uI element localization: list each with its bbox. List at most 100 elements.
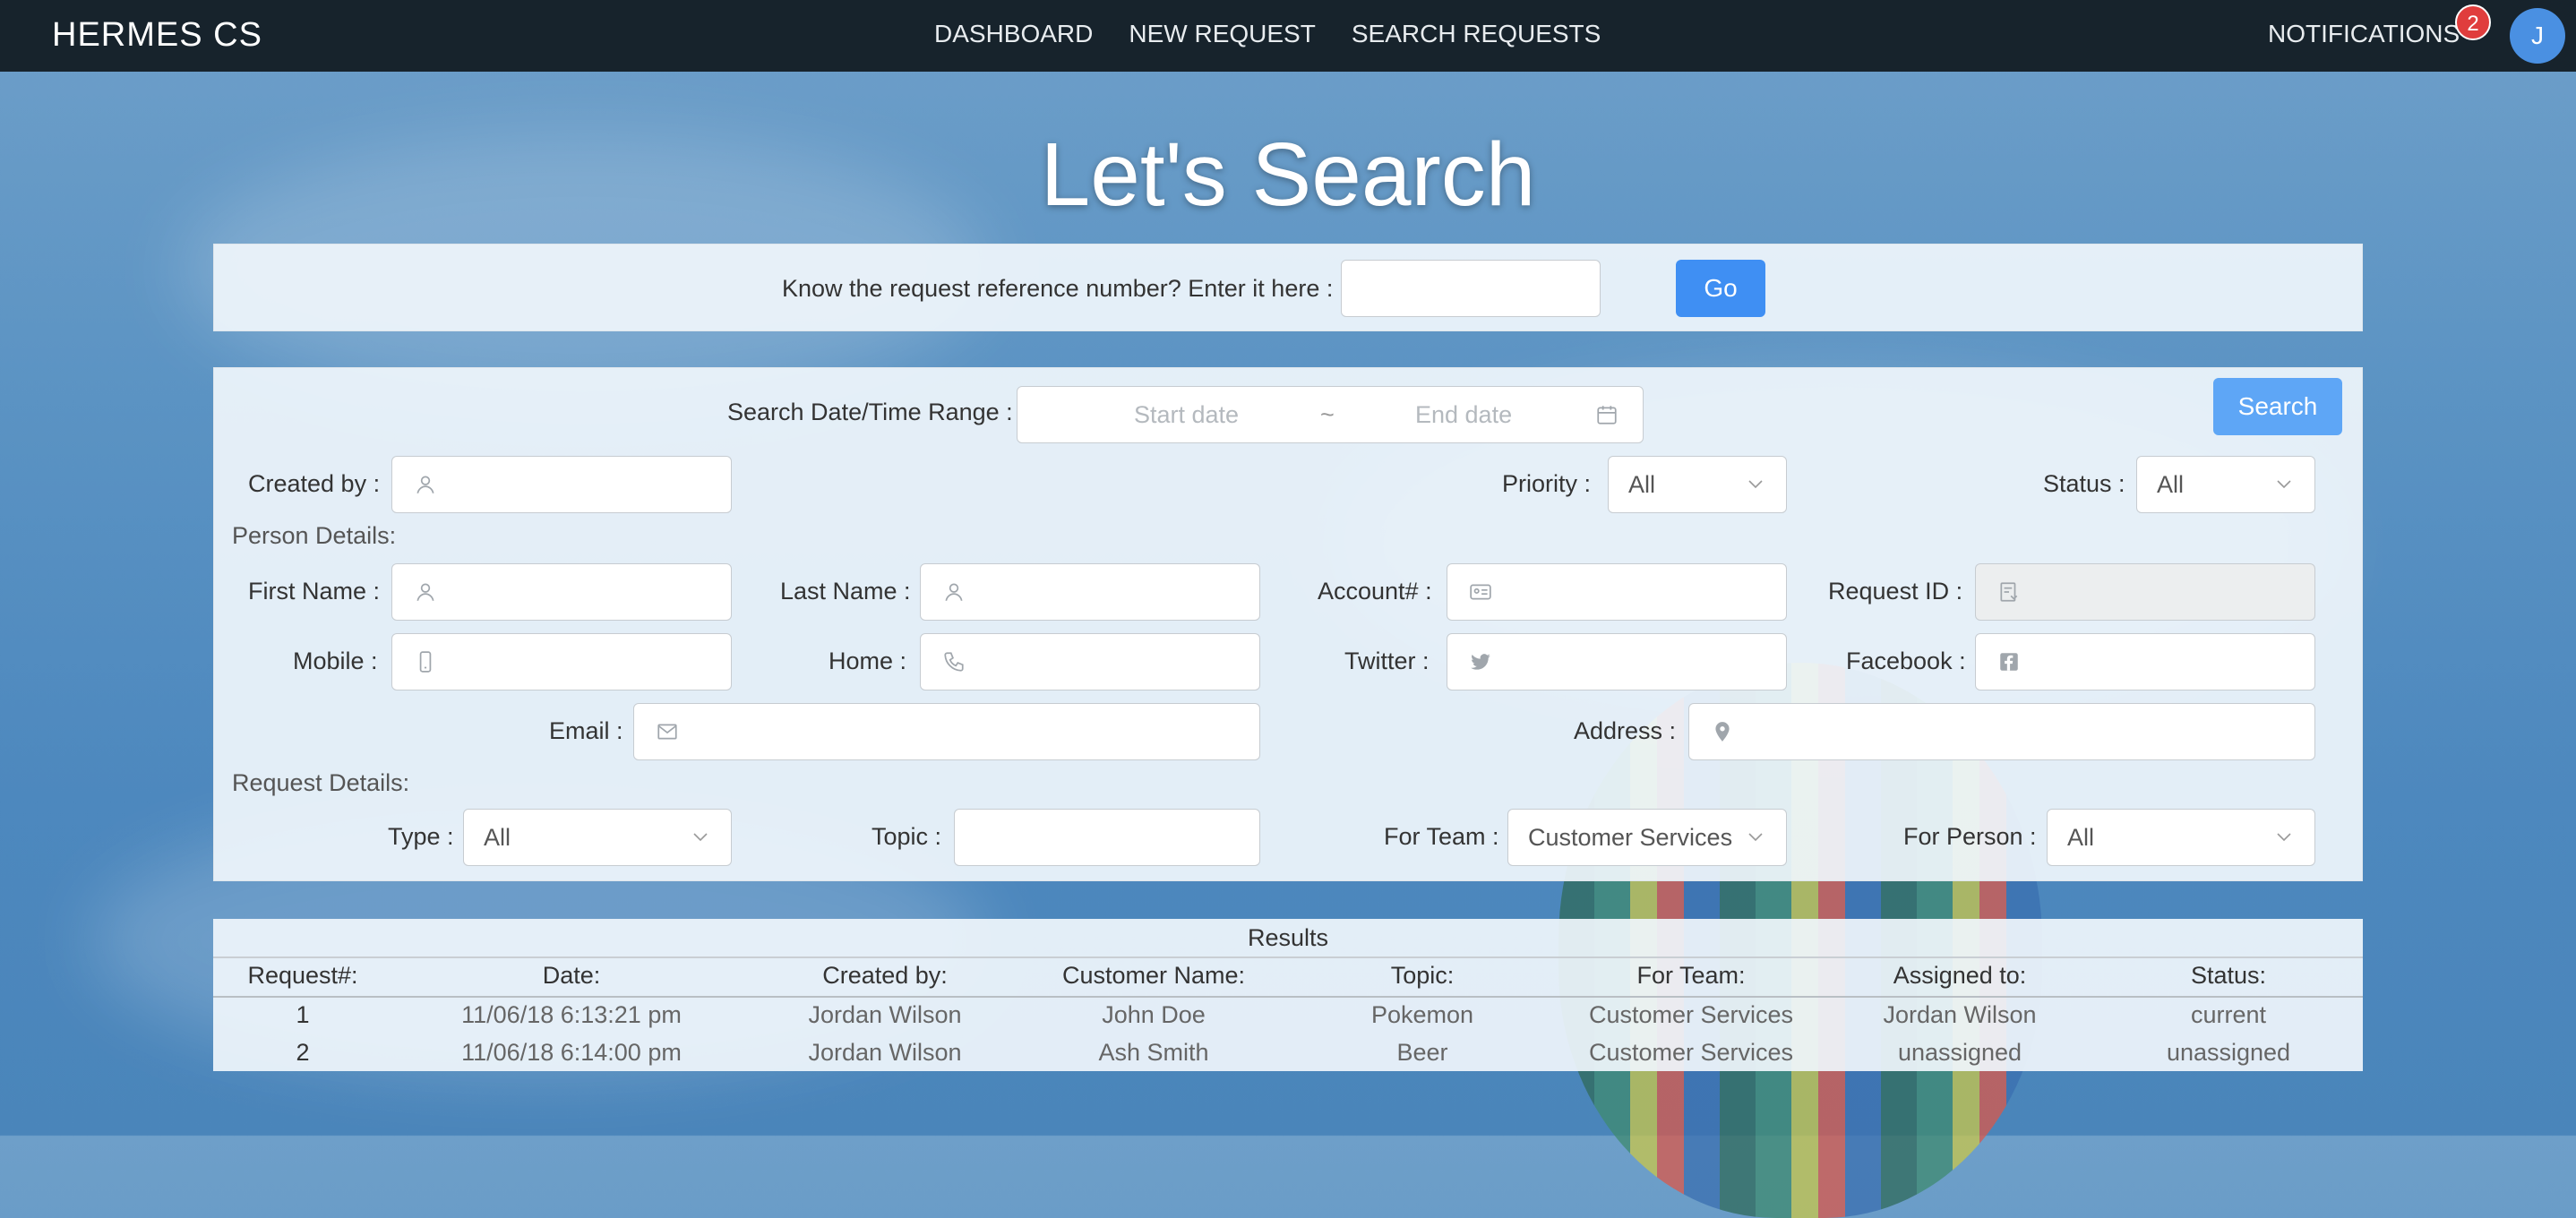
topic-label: Topic : <box>872 823 942 850</box>
cell-assigned-to: Jordan Wilson <box>1883 1001 2037 1028</box>
for-team-value: Customer Services <box>1528 824 1733 851</box>
address-label: Address : <box>1574 717 1677 744</box>
twitter-icon <box>1469 650 1492 673</box>
date-range-picker[interactable]: Start date ~ End date <box>1017 386 1644 443</box>
user-icon <box>942 580 966 604</box>
home-label: Home : <box>829 648 907 674</box>
cell-status: unassigned <box>2166 1039 2291 1066</box>
last-name-input[interactable] <box>920 563 1260 621</box>
chevron-down-icon <box>693 833 708 842</box>
account-label: Account# : <box>1318 578 1432 605</box>
table-row[interactable]: 1 11/06/18 6:13:21 pm Jordan Wilson John… <box>213 1001 2363 1037</box>
cell-request-number: 2 <box>296 1039 310 1066</box>
status-select[interactable]: All <box>2136 456 2315 513</box>
results-divider <box>213 956 2363 958</box>
for-person-value: All <box>2067 824 2095 851</box>
cell-for-team: Customer Services <box>1588 1001 1794 1028</box>
for-person-select[interactable]: All <box>2047 809 2315 866</box>
nav-new-request[interactable]: NEW REQUEST <box>1129 20 1315 48</box>
search-button[interactable]: Search <box>2213 378 2342 435</box>
cell-topic: Beer <box>1396 1039 1448 1066</box>
type-select[interactable]: All <box>463 809 732 866</box>
priority-label: Priority : <box>1502 470 1592 497</box>
request-details-heading: Request Details: <box>232 769 410 796</box>
address-input[interactable] <box>1688 703 2315 760</box>
first-name-input[interactable] <box>391 563 732 621</box>
envelope-icon <box>656 720 679 743</box>
cell-for-team: Customer Services <box>1588 1039 1794 1066</box>
cell-customer-name: Ash Smith <box>1098 1039 1209 1066</box>
type-label: Type : <box>388 823 454 850</box>
brand-logo[interactable]: HERMES CS <box>52 16 262 55</box>
header-request-number[interactable]: Request#: <box>213 962 392 990</box>
mobile-label: Mobile : <box>293 648 378 674</box>
results-header-row: Request#: Date: Created by: Customer Nam… <box>213 962 2363 994</box>
request-id-input[interactable] <box>1975 563 2315 621</box>
account-input[interactable] <box>1447 563 1787 621</box>
document-icon <box>1997 580 2021 604</box>
chevron-down-icon <box>1748 480 1763 489</box>
cell-created-by: Jordan Wilson <box>808 1001 962 1028</box>
header-topic[interactable]: Topic: <box>1288 962 1557 990</box>
twitter-input[interactable] <box>1447 633 1787 690</box>
reference-lookup-label: Know the request reference number? Enter… <box>782 275 1334 302</box>
mobile-phone-icon <box>414 650 437 673</box>
type-value: All <box>484 824 511 851</box>
user-icon <box>414 473 437 496</box>
facebook-label: Facebook : <box>1846 648 1966 674</box>
nav-search-requests[interactable]: SEARCH REQUESTS <box>1352 20 1601 48</box>
header-created-by[interactable]: Created by: <box>751 962 1019 990</box>
cell-date: 11/06/18 6:14:00 pm <box>461 1039 682 1066</box>
phone-icon <box>942 650 966 673</box>
for-team-select[interactable]: Customer Services <box>1507 809 1787 866</box>
home-phone-input[interactable] <box>920 633 1260 690</box>
for-person-label: For Person : <box>1903 823 2037 850</box>
nav-dashboard[interactable]: DASHBOARD <box>934 20 1093 48</box>
page-title: Let's Search <box>1040 124 1536 225</box>
nav-links: DASHBOARD NEW REQUEST SEARCH REQUESTS <box>934 20 1601 48</box>
search-form-panel: Search Date/Time Range : Start date ~ En… <box>213 367 2363 881</box>
status-value: All <box>2157 471 2185 498</box>
mobile-input[interactable] <box>391 633 732 690</box>
header-status[interactable]: Status: <box>2094 962 2363 990</box>
chevron-down-icon <box>2277 833 2291 842</box>
header-date[interactable]: Date: <box>392 962 751 990</box>
email-label: Email : <box>549 717 623 744</box>
chevron-down-icon <box>1748 833 1763 842</box>
header-customer-name[interactable]: Customer Name: <box>1019 962 1288 990</box>
facebook-input[interactable] <box>1975 633 2315 690</box>
start-date-placeholder[interactable]: Start date <box>1134 401 1239 429</box>
for-team-label: For Team : <box>1384 823 1499 850</box>
id-card-icon <box>1469 580 1492 604</box>
last-name-label: Last Name : <box>780 578 911 605</box>
cell-created-by: Jordan Wilson <box>808 1039 962 1066</box>
email-input[interactable] <box>633 703 1260 760</box>
date-range-separator: ~ <box>1320 401 1335 428</box>
header-for-team[interactable]: For Team: <box>1557 962 1825 990</box>
request-id-label: Request ID : <box>1828 578 1963 605</box>
calendar-icon[interactable] <box>1595 403 1619 426</box>
reference-lookup-panel: Know the request reference number? Enter… <box>213 244 2363 331</box>
person-details-heading: Person Details: <box>232 522 397 549</box>
facebook-icon <box>1997 650 2021 673</box>
results-title: Results <box>1247 924 1329 951</box>
go-button[interactable]: Go <box>1676 260 1765 317</box>
cell-assigned-to: unassigned <box>1897 1039 2022 1066</box>
status-label: Status : <box>2043 470 2125 497</box>
created-by-input[interactable] <box>391 456 732 513</box>
priority-value: All <box>1628 471 1656 498</box>
notifications-link[interactable]: NOTIFICATIONS <box>2268 20 2460 48</box>
topic-input[interactable] <box>954 809 1260 866</box>
date-range-label: Search Date/Time Range : <box>727 399 1013 425</box>
user-icon <box>414 580 437 604</box>
priority-select[interactable]: All <box>1608 456 1787 513</box>
end-date-placeholder[interactable]: End date <box>1415 401 1512 429</box>
results-panel: Results Request#: Date: Created by: Cust… <box>213 919 2363 1071</box>
chevron-down-icon <box>2277 480 2291 489</box>
table-row[interactable]: 2 11/06/18 6:14:00 pm Jordan Wilson Ash … <box>213 1039 2363 1075</box>
header-assigned-to[interactable]: Assigned to: <box>1825 962 2094 990</box>
cell-topic: Pokemon <box>1370 1001 1474 1028</box>
reference-number-input[interactable] <box>1341 260 1601 317</box>
twitter-label: Twitter : <box>1344 648 1430 674</box>
user-avatar[interactable]: J <box>2510 8 2565 64</box>
